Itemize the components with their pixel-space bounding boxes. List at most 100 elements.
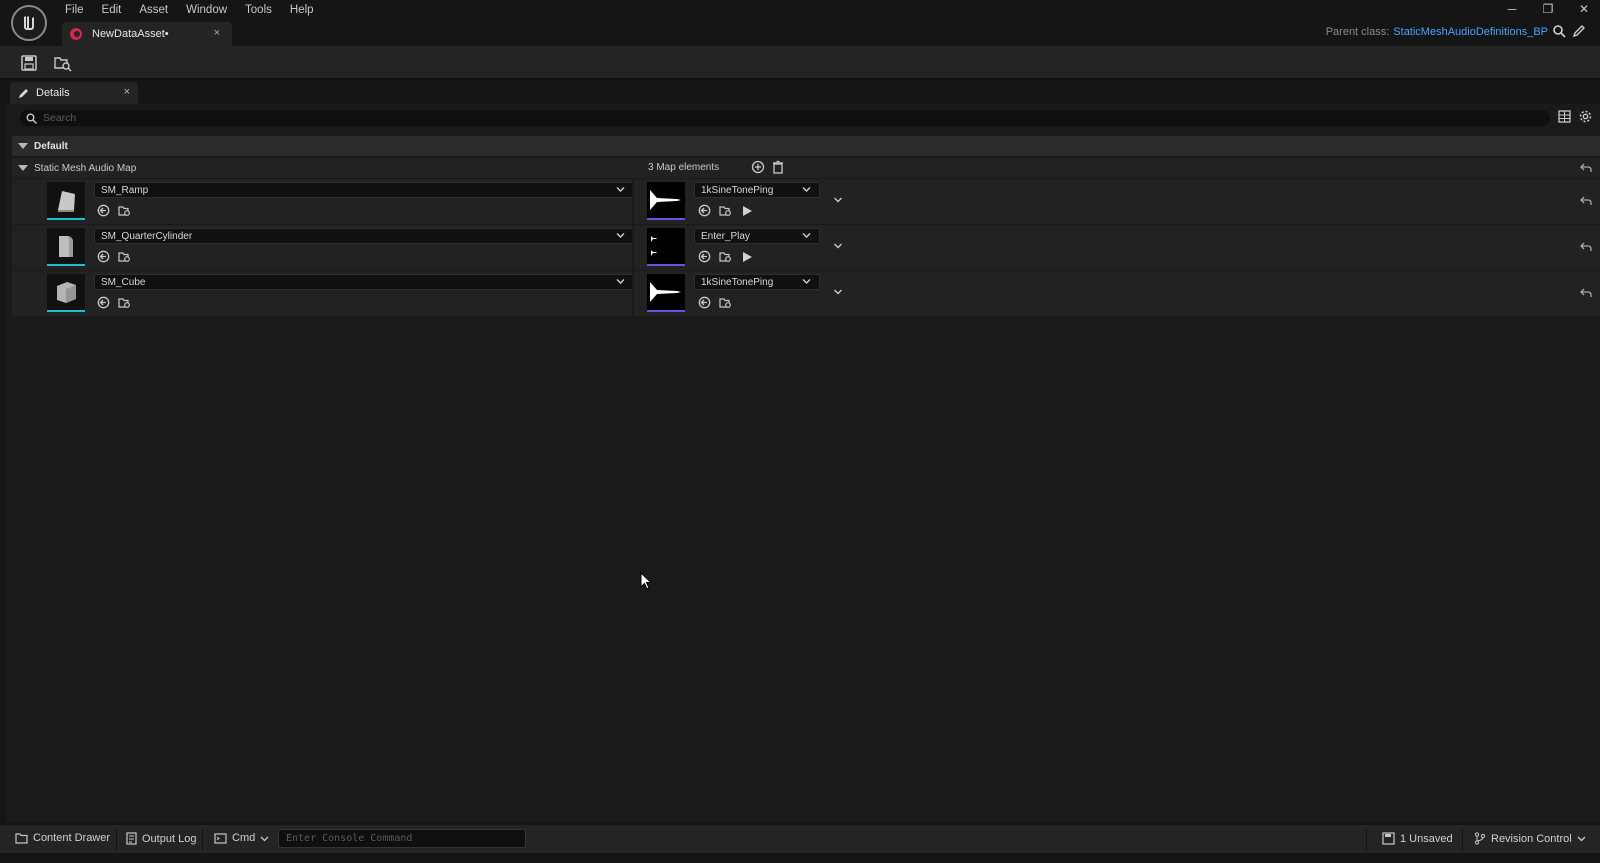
panel-tab-row: Details ×: [0, 80, 1600, 104]
play-sound-icon[interactable]: [743, 252, 752, 262]
expand-chevron-icon[interactable]: [833, 195, 843, 205]
status-separator: [116, 829, 117, 851]
menu-tools[interactable]: Tools: [236, 2, 281, 18]
category-default[interactable]: Default: [12, 136, 1600, 156]
map-entry-row: SM_QuarterCylinder Enter_Play: [12, 225, 1600, 270]
mesh-picker-combo[interactable]: SM_Cube: [94, 274, 634, 290]
browse-to-asset-icon[interactable]: [54, 54, 72, 72]
sound-picker-combo[interactable]: 1kSineTonePing: [694, 182, 820, 198]
unreal-logo-icon[interactable]: [11, 5, 47, 41]
bottom-edge: [0, 856, 1600, 863]
mesh-name: SM_QuarterCylinder: [101, 230, 193, 242]
reset-arrow-icon[interactable]: [1580, 195, 1592, 207]
browse-folder-icon[interactable]: [118, 204, 131, 217]
sound-picker-combo[interactable]: Enter_Play: [694, 228, 820, 244]
mesh-picker-combo[interactable]: SM_Ramp: [94, 182, 634, 198]
sound-thumbnail[interactable]: [647, 228, 685, 266]
browse-folder-icon[interactable]: [719, 204, 732, 217]
collapse-triangle-icon: [18, 143, 28, 149]
status-separator: [1462, 829, 1463, 851]
use-selected-icon[interactable]: [698, 296, 711, 309]
search-input[interactable]: Search: [20, 110, 1550, 126]
mesh-name: SM_Cube: [101, 276, 146, 288]
status-bar-inner: Content Drawer Output Log Cmd Enter Cons…: [0, 825, 1600, 853]
asset-tab[interactable]: NewDataAsset• ×: [62, 22, 232, 46]
window-controls: ─ ❐ ✕: [1504, 2, 1592, 16]
use-selected-icon[interactable]: [97, 250, 110, 263]
chevron-down-icon: [616, 279, 625, 284]
menu-edit[interactable]: Edit: [93, 2, 131, 18]
mesh-thumbnail[interactable]: [47, 228, 85, 266]
browse-folder-icon[interactable]: [118, 296, 131, 309]
sound-thumbnail[interactable]: [647, 182, 685, 220]
content-drawer-button[interactable]: Content Drawer: [15, 832, 110, 844]
data-asset-icon: [70, 28, 82, 40]
details-tab[interactable]: Details ×: [10, 82, 138, 104]
use-selected-icon[interactable]: [97, 204, 110, 217]
sound-picker-combo[interactable]: 1kSineTonePing: [694, 274, 820, 290]
details-tab-label: Details: [36, 87, 70, 99]
use-selected-icon[interactable]: [698, 204, 711, 217]
use-selected-icon[interactable]: [698, 250, 711, 263]
reset-arrow-icon[interactable]: [1580, 241, 1592, 253]
sound-name: 1kSineTonePing: [701, 184, 774, 196]
browse-folder-icon[interactable]: [118, 250, 131, 263]
menu-asset[interactable]: Asset: [130, 2, 177, 18]
expand-chevron-icon[interactable]: [833, 241, 843, 251]
expand-chevron-icon[interactable]: [833, 287, 843, 297]
title-bar: File Edit Asset Window Tools Help NewDat…: [0, 0, 1600, 46]
menu-file[interactable]: File: [56, 2, 93, 18]
search-icon: [26, 113, 37, 124]
menu-help[interactable]: Help: [281, 2, 323, 18]
mesh-thumbnail[interactable]: [47, 182, 85, 220]
map-entry-row: SM_Cube 1kSineTonePing: [12, 271, 1600, 316]
restore-button[interactable]: ❐: [1540, 2, 1556, 16]
map-property-label: Static Mesh Audio Map: [34, 162, 137, 174]
key-value-divider: [632, 179, 634, 224]
sound-name: Enter_Play: [701, 230, 750, 242]
use-selected-icon[interactable]: [97, 296, 110, 309]
output-log-icon: [126, 832, 137, 845]
waveform-icon: [650, 190, 681, 210]
map-property-header[interactable]: Static Mesh Audio Map 3 Map elements: [12, 158, 1600, 178]
status-separator: [202, 829, 203, 851]
content-drawer-label: Content Drawer: [33, 832, 111, 844]
settings-gear-icon[interactable]: [1579, 110, 1592, 123]
mesh-picker-combo[interactable]: SM_QuarterCylinder: [94, 228, 634, 244]
play-sound-icon[interactable]: [743, 206, 752, 216]
revision-control-button[interactable]: Revision Control: [1474, 832, 1591, 845]
unsaved-label: 1 Unsaved: [1400, 832, 1453, 845]
add-element-icon[interactable]: [751, 160, 765, 174]
save-icon[interactable]: [20, 54, 38, 72]
console-command-input[interactable]: Enter Console Command: [278, 829, 526, 848]
cmd-selector[interactable]: Cmd: [214, 832, 274, 844]
mesh-thumbnail[interactable]: [47, 274, 85, 312]
browse-folder-icon[interactable]: [719, 250, 732, 263]
chevron-down-icon: [260, 836, 269, 841]
category-label: Default: [34, 140, 68, 152]
cmd-label: Cmd: [232, 832, 256, 844]
mouse-cursor-icon: [640, 572, 653, 590]
close-window-button[interactable]: ✕: [1576, 2, 1592, 16]
minimize-button[interactable]: ─: [1504, 2, 1520, 16]
sound-thumbnail[interactable]: [647, 274, 685, 312]
reset-arrow-icon[interactable]: [1580, 287, 1592, 299]
mesh-name: SM_Ramp: [101, 184, 149, 196]
panel-options: [1558, 110, 1592, 123]
browse-folder-icon[interactable]: [719, 296, 732, 309]
parent-class-link[interactable]: StaticMeshAudioDefinitions_BP: [1393, 26, 1548, 38]
menu-window[interactable]: Window: [177, 2, 236, 18]
browse-search-icon[interactable]: [1552, 24, 1566, 38]
delete-all-icon[interactable]: [771, 160, 785, 174]
key-value-divider: [632, 271, 634, 316]
edit-pencil-icon[interactable]: [1572, 24, 1586, 38]
parent-class-info: Parent class: StaticMeshAudioDefinitions_…: [1326, 26, 1548, 38]
output-log-button[interactable]: Output Log: [126, 832, 196, 845]
map-element-count: 3 Map elements: [648, 162, 720, 173]
details-close-icon[interactable]: ×: [124, 86, 130, 98]
reset-arrow-icon[interactable]: [1580, 162, 1592, 174]
tab-close-icon[interactable]: ×: [214, 27, 220, 39]
table-view-icon[interactable]: [1558, 110, 1571, 123]
chevron-down-icon: [616, 187, 625, 192]
unsaved-button[interactable]: 1 Unsaved: [1382, 832, 1453, 845]
